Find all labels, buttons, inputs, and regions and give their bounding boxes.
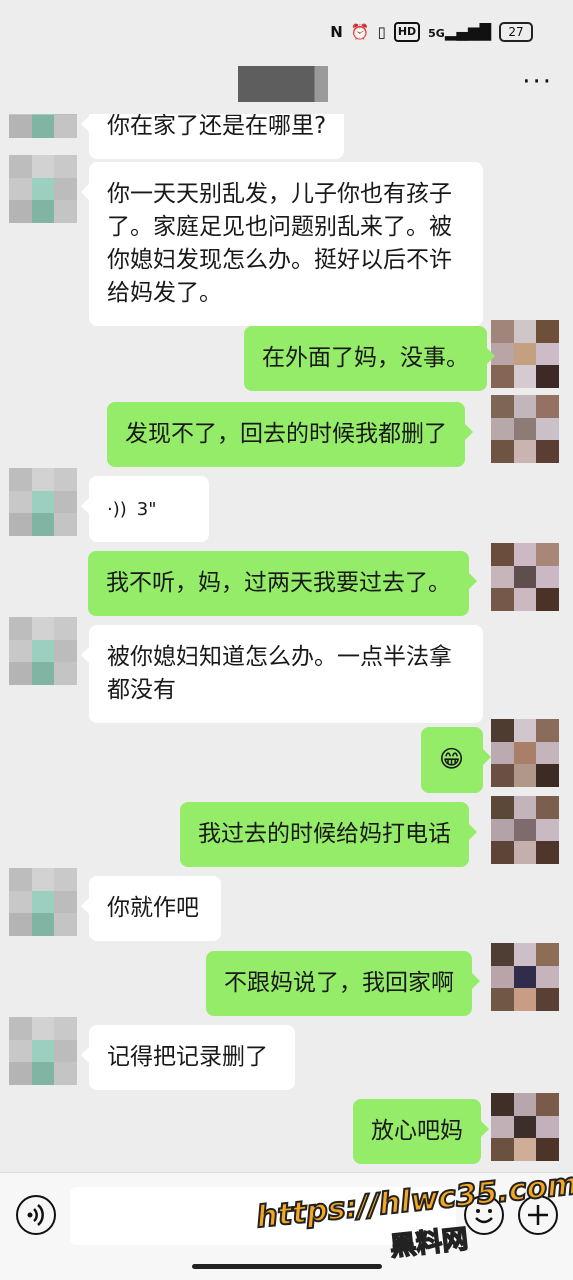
voice-wave-icon — [27, 1204, 44, 1226]
contact-avatar[interactable] — [9, 1017, 77, 1085]
message-text: 我不听，妈，过两天我要过去了。 — [106, 570, 451, 596]
message-bubble[interactable]: 在外面了妈，没事。 — [244, 326, 495, 391]
contact-avatar[interactable] — [9, 468, 77, 536]
message-bubble[interactable]: 你一天天别乱发，儿子你也有孩子 了。家庭足见也问题别乱来了。被 你媳妇发现怎么办… — [81, 162, 483, 326]
grin-emoji-icon: 😁 — [439, 745, 465, 773]
message-bubble[interactable]: 你就作吧 — [81, 876, 221, 941]
emoji-message-bubble[interactable]: 😁 — [421, 727, 491, 793]
more-options-icon[interactable]: ··· — [522, 69, 553, 95]
my-avatar[interactable] — [491, 796, 559, 864]
my-avatar[interactable] — [491, 395, 559, 463]
vibrate-icon: ▯ — [377, 23, 386, 41]
voice-message-bubble[interactable]: ·)) 3" — [81, 476, 209, 542]
voice-wave-icon: ·)) — [107, 499, 127, 520]
hd-icon: HD — [393, 22, 421, 42]
message-text: 你就作吧 — [107, 895, 199, 921]
chat-header: ··· — [0, 62, 573, 114]
chat-title-redacted — [238, 66, 328, 102]
message-text: 被你媳妇知道怎么办。一点半法拿 都没有 — [107, 644, 452, 703]
message-text: 你在家了还是在哪里? — [107, 113, 327, 139]
battery-icon: 27 — [499, 22, 533, 42]
signal-bars-icon: ▂▄▆█ — [444, 23, 491, 41]
voice-icon[interactable] — [16, 1195, 56, 1235]
status-bar: N ⏰ ▯ HD 5G▂▄▆█ 27 — [0, 0, 573, 62]
status-icons: N ⏰ ▯ HD 5G▂▄▆█ 27 — [330, 22, 533, 42]
message-text: 在外面了妈，没事。 — [262, 345, 469, 371]
my-avatar[interactable] — [491, 543, 559, 611]
message-bubble[interactable]: 放心吧妈 — [353, 1099, 489, 1164]
nfc-icon: N — [330, 23, 343, 41]
voice-duration: 3" — [136, 499, 157, 520]
home-indicator[interactable] — [192, 1264, 382, 1269]
message-text: 记得把记录删了 — [107, 1044, 268, 1070]
message-text: 你一天天别乱发，儿子你也有孩子 了。家庭足见也问题别乱来了。被 你媳妇发现怎么办… — [107, 181, 452, 306]
message-text: 放心吧妈 — [371, 1118, 463, 1144]
message-bubble[interactable]: 我过去的时候给妈打电话 — [180, 802, 477, 867]
message-bubble[interactable]: 不跟妈说了，我回家啊 — [206, 951, 480, 1016]
message-text: 我过去的时候给妈打电话 — [198, 821, 451, 847]
watermark-name: 黑料网 — [388, 1224, 470, 1263]
message-text: 不跟妈说了，我回家啊 — [224, 970, 454, 996]
network-type-label: 5G — [428, 27, 445, 40]
signal-icon: 5G▂▄▆█ — [428, 22, 491, 42]
my-avatar[interactable] — [491, 320, 559, 388]
message-bubble[interactable]: 发现不了，回去的时候我都删了 — [107, 402, 473, 467]
my-avatar[interactable] — [491, 943, 559, 1011]
contact-avatar[interactable] — [9, 155, 77, 223]
message-text: 发现不了，回去的时候我都删了 — [125, 421, 447, 447]
contact-avatar[interactable] — [9, 617, 77, 685]
message-bubble[interactable]: 被你媳妇知道怎么办。一点半法拿 都没有 — [81, 625, 483, 723]
my-avatar[interactable] — [491, 719, 559, 787]
my-avatar[interactable] — [491, 1093, 559, 1161]
message-bubble[interactable]: 我不听，妈，过两天我要过去了。 — [88, 551, 477, 616]
message-bubble[interactable]: 记得把记录删了 — [81, 1025, 295, 1090]
contact-avatar[interactable] — [9, 868, 77, 936]
alarm-icon: ⏰ — [350, 23, 370, 41]
